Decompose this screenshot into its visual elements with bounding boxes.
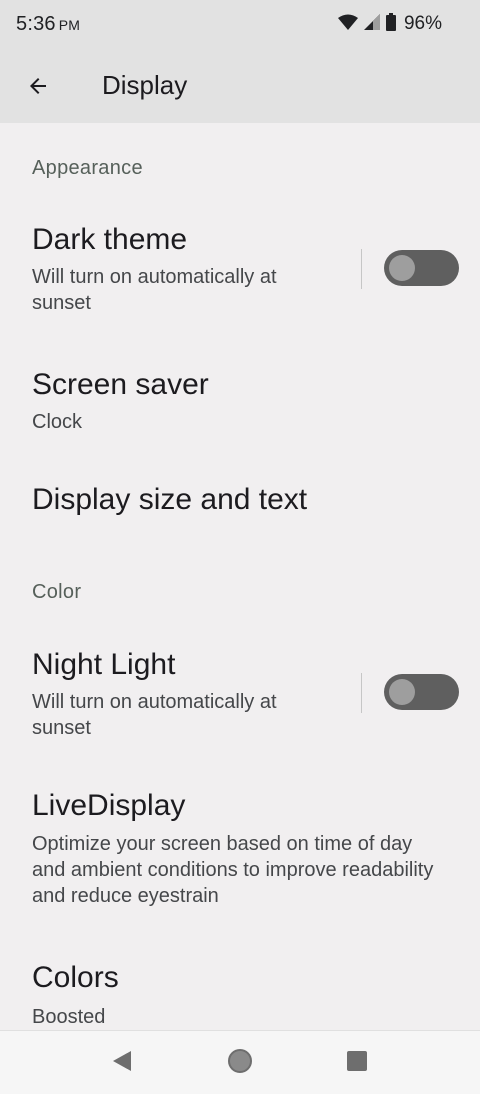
pref-summary: Optimize your screen based on time of da… [32,833,434,907]
pref-summary: Boosted [32,1006,106,1028]
divider [361,673,362,713]
wifi-icon [337,14,358,35]
navigation-bar [0,1030,480,1094]
night-light-toggle[interactable] [384,674,459,710]
toggle-thumb [389,679,415,705]
pref-colors[interactable]: Colors Boosted [0,943,480,1030]
battery-percent: 96% [403,13,442,34]
status-time-value: 5:36 [16,12,56,35]
status-time: 5:36 PM [16,13,80,36]
pref-summary: Will turn on automatically at sunset [32,691,277,739]
nav-home-button[interactable] [227,1048,253,1079]
pref-title: Screen saver [32,368,209,401]
pref-summary: Will turn on automatically at sunset [32,266,277,314]
nav-recents-button[interactable] [346,1050,368,1077]
settings-list[interactable]: Appearance Dark theme Will turn on autom… [0,123,480,1030]
pref-live-display[interactable]: LiveDisplay Optimize your screen based o… [0,773,480,918]
pref-title: Display size and text [32,483,308,516]
nav-back-button[interactable] [111,1049,133,1078]
status-bar: 5:36 PM 96% [0,0,480,48]
page-title: Display [102,70,188,100]
divider [361,249,362,289]
category-color: Color [32,581,82,603]
pref-display-size[interactable]: Display size and text [0,463,480,543]
toggle-thumb [389,255,415,281]
status-icons: 96% [337,12,442,36]
back-triangle-icon [113,1051,131,1071]
cell-signal-icon [363,13,380,35]
pref-title: Night Light [32,648,176,681]
pref-title: Dark theme [32,223,188,256]
status-time-ampm: PM [58,16,81,33]
pref-night-light[interactable]: Night Light Will turn on automatically a… [0,628,480,758]
recents-square-icon [347,1051,367,1071]
pref-dark-theme[interactable]: Dark theme Will turn on automatically at… [0,203,480,333]
app-bar: Display [0,48,480,123]
pref-title: Colors [32,961,119,994]
battery-icon [385,12,396,36]
settings-screen: 5:36 PM 96% Display Appearance Dark them… [0,0,480,1094]
pref-screen-saver[interactable]: Screen saver Clock [0,348,480,448]
arrow-back-icon [30,77,46,94]
dark-theme-toggle[interactable] [384,250,459,286]
pref-title: LiveDisplay [32,789,186,822]
home-circle-icon [228,1049,252,1073]
category-appearance: Appearance [32,157,143,179]
back-button[interactable] [14,62,62,110]
pref-summary: Clock [32,411,83,433]
